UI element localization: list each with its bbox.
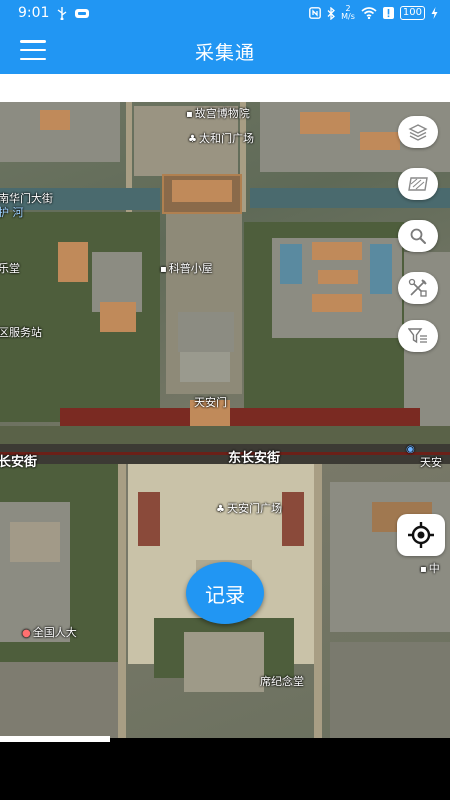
filter-icon <box>408 327 428 345</box>
poi-dot-icon: ● <box>22 628 31 639</box>
map-gate <box>172 180 232 202</box>
map-area <box>138 492 160 546</box>
map-area <box>58 242 88 282</box>
basemap-button[interactable] <box>398 168 438 200</box>
search-icon <box>409 227 427 245</box>
status-left: 9:01 <box>18 5 90 21</box>
satellite-basemap-icon <box>407 175 429 193</box>
map-label: ♣ 天安门广场 <box>216 500 282 516</box>
app-bar: 采集通 <box>0 26 450 74</box>
bluetooth-icon <box>327 6 336 20</box>
map-wall <box>60 408 420 426</box>
map-area <box>40 110 70 130</box>
map-label-text: 科普小屋 <box>168 262 213 275</box>
tree-icon: ♣ <box>188 134 197 145</box>
map-area <box>0 662 118 738</box>
map-area <box>360 132 400 150</box>
layers-button[interactable] <box>398 116 438 148</box>
map-area <box>178 312 234 352</box>
tools-button[interactable] <box>398 272 438 304</box>
bottom-edge <box>0 736 110 742</box>
charging-icon <box>431 7 438 19</box>
search-button[interactable] <box>398 220 438 252</box>
map-label: 天安门 <box>194 396 227 409</box>
filter-button[interactable] <box>398 320 438 352</box>
map-label-text: 天安门广场 <box>226 502 282 515</box>
map-label: 乐堂 <box>0 262 20 275</box>
map-area <box>318 270 358 284</box>
map-label-text: 太和门广场 <box>198 132 254 145</box>
map-road <box>118 464 126 738</box>
map-road <box>314 464 322 738</box>
map-area <box>180 352 230 382</box>
map-area <box>282 492 304 546</box>
nfc-icon <box>309 7 322 19</box>
map-area <box>280 244 302 284</box>
status-bar: 9:01 2 M/s 100 <box>0 0 450 26</box>
cloud-icon <box>75 8 90 19</box>
map-area <box>312 242 362 260</box>
map-label-text: 中 <box>428 562 440 575</box>
map-label: 天安 <box>420 456 442 469</box>
map-area <box>300 112 350 134</box>
subway-icon: ◉ <box>406 444 415 455</box>
satellite-map[interactable]: ▪ 故宫博物院 ♣ 太和门广场 南华门大街 护 河 乐堂 ▪ 科普小屋 区服务站 天安… <box>0 102 450 738</box>
bottom-bar <box>0 738 450 800</box>
battery-indicator: 100 <box>399 6 425 20</box>
poi-dot-icon: ▪ <box>186 109 193 120</box>
map-label-text: 全国人大 <box>32 626 77 639</box>
locate-icon <box>407 521 435 549</box>
map-area <box>100 302 136 332</box>
poi-dot-icon: ▪ <box>420 564 427 575</box>
map-label: ◉ <box>406 442 417 455</box>
map-mausoleum <box>184 632 264 692</box>
map-label: 区服务站 <box>0 326 42 339</box>
map-label: ▪ 科普小屋 <box>160 260 213 276</box>
record-button[interactable]: 记录 <box>186 562 264 624</box>
wifi-icon <box>361 7 377 19</box>
app-title: 采集通 <box>194 42 255 64</box>
alert-icon <box>382 7 394 19</box>
status-right: 2 M/s 100 <box>309 5 438 21</box>
usb-icon <box>57 6 67 20</box>
map-avenue-line <box>0 452 450 455</box>
map-label-text: 故宫博物院 <box>194 107 250 120</box>
map-label: 长安街 <box>0 455 38 470</box>
map-label: ♣ 太和门广场 <box>188 130 254 146</box>
map-label: 护 河 <box>0 206 24 219</box>
map-area <box>370 244 392 294</box>
map-area <box>10 522 60 562</box>
status-time: 9:01 <box>18 5 50 21</box>
map-label: 席纪念堂 <box>260 675 304 688</box>
map-area <box>312 294 362 312</box>
map-label: 东长安街 <box>228 451 281 466</box>
map-label: ▪ 中 <box>420 560 440 576</box>
map-area <box>330 642 450 738</box>
poi-dot-icon: ▪ <box>160 264 167 275</box>
toolbar-spacer <box>0 74 450 102</box>
map-label: ● 全国人大 <box>22 624 77 640</box>
net-speed: 2 M/s <box>341 5 355 21</box>
locate-button[interactable] <box>397 514 445 556</box>
tools-icon <box>408 278 428 298</box>
layers-icon <box>408 123 428 141</box>
net-speed-unit: M/s <box>341 12 355 21</box>
map-label: ▪ 故宫博物院 <box>186 105 250 121</box>
tree-icon: ♣ <box>216 504 225 515</box>
map-area <box>0 426 450 444</box>
